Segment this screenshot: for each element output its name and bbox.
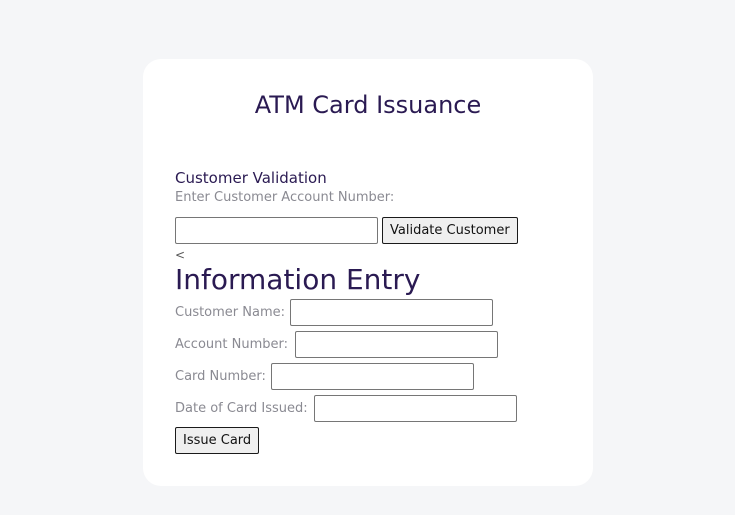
issue-card-button[interactable]: Issue Card — [175, 427, 260, 454]
information-entry-heading: Information Entry — [175, 263, 421, 296]
account-number-label: Account Number: — [175, 337, 288, 352]
customer-name-label: Customer Name: — [175, 305, 286, 320]
validation-account-input[interactable] — [175, 217, 378, 244]
account-number-hint: Enter Customer Account Number: — [175, 190, 395, 205]
validate-customer-button[interactable]: Validate Customer — [382, 217, 518, 244]
date-issued-label: Date of Card Issued: — [175, 401, 308, 416]
date-issued-input[interactable] — [314, 395, 517, 422]
customer-validation-label: Customer Validation — [175, 169, 327, 187]
issuance-card: ATM Card Issuance Customer Validation En… — [143, 59, 593, 486]
page-title: ATM Card Issuance — [254, 91, 482, 119]
account-number-input[interactable] — [295, 331, 498, 358]
stray-text: < — [175, 248, 186, 262]
card-number-input[interactable] — [271, 363, 474, 390]
card-number-label: Card Number: — [175, 369, 266, 384]
customer-name-input[interactable] — [290, 299, 493, 326]
